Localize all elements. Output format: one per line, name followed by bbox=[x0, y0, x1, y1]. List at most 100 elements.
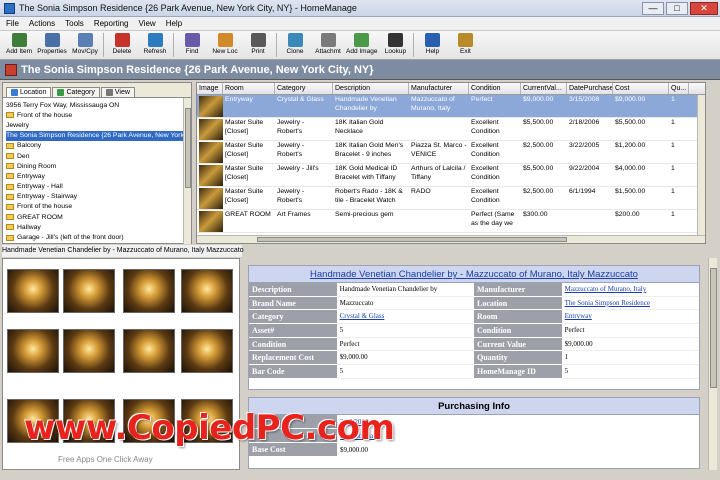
column-header[interactable]: CurrentVal... bbox=[521, 83, 567, 94]
item-photo[interactable] bbox=[7, 329, 59, 373]
tree-item[interactable]: Entryway bbox=[6, 171, 188, 181]
table-row[interactable]: Entryway Crystal & Glass Handmade Venetian… bbox=[197, 95, 705, 118]
close-button[interactable]: ✕ bbox=[690, 1, 718, 15]
cell-qty: 1 bbox=[671, 119, 675, 126]
column-header[interactable]: Room bbox=[223, 83, 275, 94]
tree-item[interactable]: Garage - Jill's (left of the front door) bbox=[6, 232, 188, 242]
toolbar-button-add-item[interactable]: Add Item bbox=[4, 31, 34, 55]
details-value[interactable]: Crystal & Glass bbox=[336, 310, 474, 325]
details-scroll-thumb[interactable] bbox=[710, 268, 717, 388]
table-row[interactable]: Master Suite [Closet] Jewelry - Robert's 1… bbox=[197, 118, 705, 141]
tab-category[interactable]: Category bbox=[52, 87, 100, 97]
toolbar-button-delete[interactable]: Delete bbox=[107, 31, 137, 55]
column-header[interactable]: Cost bbox=[613, 83, 669, 94]
grid-horizontal-scrollbar[interactable] bbox=[197, 235, 705, 243]
table-row[interactable]: Master Suite [Closet] Jewelry - Jill's 18K… bbox=[197, 164, 705, 187]
details-value[interactable]: Entryway bbox=[561, 310, 699, 325]
tree-item[interactable]: The Sonia Simpson Residence {26 Park Ave… bbox=[6, 130, 188, 141]
maximize-button[interactable]: □ bbox=[666, 1, 688, 15]
tree-item[interactable]: Den bbox=[6, 151, 188, 161]
toolbar-button-print[interactable]: Print bbox=[243, 31, 273, 55]
item-photo[interactable] bbox=[7, 269, 59, 313]
tree-item-label: Garage - Jill's (left of the front door) bbox=[17, 234, 124, 242]
item-photo[interactable] bbox=[123, 269, 175, 313]
toolbar-button-refresh[interactable]: Refresh bbox=[140, 31, 170, 55]
table-row[interactable]: Master Suite [Closet] Jewelry - Robert's R… bbox=[197, 187, 705, 210]
toolbar-button-label: Help bbox=[425, 48, 440, 55]
minimize-button[interactable]: — bbox=[642, 1, 664, 15]
tree-item[interactable]: Jewelry bbox=[6, 120, 188, 130]
item-photo[interactable] bbox=[63, 269, 115, 313]
details-value[interactable]: The Sonia Simpson Residence bbox=[561, 297, 699, 311]
cell-description: Handmade Venetian Chandelier by bbox=[335, 96, 397, 112]
window-title: The Sonia Simpson Residence {26 Park Ave… bbox=[19, 3, 357, 13]
cell-category: Jewelry - Robert's bbox=[277, 188, 305, 204]
tree-tabs: Location Category View bbox=[3, 83, 191, 98]
details-label: Room bbox=[474, 310, 562, 325]
menu-tools[interactable]: Tools bbox=[65, 19, 84, 28]
cell-cost: $1,500.00 bbox=[615, 188, 646, 195]
menu-file[interactable]: File bbox=[6, 19, 19, 28]
toolbar-button-new-loc[interactable]: New Loc bbox=[210, 31, 240, 55]
column-header[interactable]: Manufacturer bbox=[409, 83, 469, 94]
menu-actions[interactable]: Actions bbox=[29, 19, 55, 28]
toolbar-button-exit[interactable]: Exit bbox=[450, 31, 480, 55]
table-row[interactable]: Master Suite [Closet] Jewelry - Robert's 1… bbox=[197, 141, 705, 164]
details-title[interactable]: Handmade Venetian Chandelier by - Mazzuc… bbox=[249, 266, 699, 283]
column-header[interactable]: Category bbox=[275, 83, 333, 94]
cell-date: 9/22/2004 bbox=[569, 165, 600, 172]
details-scrollbar[interactable] bbox=[708, 258, 717, 470]
tree-scroll-thumb[interactable] bbox=[185, 108, 191, 188]
toolbar-button-help[interactable]: Help bbox=[417, 31, 447, 55]
grid-scroll-thumb[interactable] bbox=[257, 237, 567, 242]
toolbar-button-label: Print bbox=[251, 48, 265, 55]
cell-room: Entryway bbox=[225, 96, 253, 103]
cell-description: Semi-precious gem bbox=[335, 211, 394, 218]
tree-item-label: GREAT ROOM bbox=[17, 213, 63, 221]
grid-vertical-scrollbar[interactable] bbox=[697, 95, 705, 237]
cell-room: Master Suite [Closet] bbox=[225, 165, 264, 181]
column-header[interactable]: Image bbox=[197, 83, 223, 94]
item-photo[interactable] bbox=[181, 269, 233, 313]
details-label: Condition bbox=[249, 337, 337, 352]
tab-view[interactable]: View bbox=[100, 87, 135, 97]
toolbar-button-attachmt[interactable]: Attachmt bbox=[313, 31, 343, 55]
tree-item[interactable]: Balcony bbox=[6, 141, 188, 151]
toolbar-button-clone[interactable]: Clone bbox=[280, 31, 310, 55]
cell-date: 3/15/2008 bbox=[569, 96, 600, 103]
tree-item[interactable]: Entryway - Stairway bbox=[6, 192, 188, 202]
item-photo[interactable] bbox=[181, 329, 233, 373]
tree-scrollbar[interactable] bbox=[183, 98, 191, 244]
column-header[interactable]: DatePurchase bbox=[567, 83, 613, 94]
column-header[interactable]: Description bbox=[333, 83, 409, 94]
menu-view[interactable]: View bbox=[139, 19, 156, 28]
folder-icon bbox=[6, 203, 14, 210]
toolbar-button-lookup[interactable]: Lookup bbox=[380, 31, 410, 55]
menu-help[interactable]: Help bbox=[166, 19, 182, 28]
thumbnail-cell bbox=[197, 118, 223, 140]
tab-location[interactable]: Location bbox=[6, 87, 52, 97]
details-value[interactable]: Mazzuccato of Murano, Italy bbox=[561, 283, 699, 297]
tree-item[interactable]: Front of the house bbox=[6, 202, 188, 212]
thumbnail-cell bbox=[197, 164, 223, 186]
tree-item[interactable]: Hallway bbox=[6, 222, 188, 232]
tree-item[interactable]: GREAT ROOM bbox=[6, 212, 188, 222]
item-photo[interactable] bbox=[63, 329, 115, 373]
tree-item[interactable]: 3956 Terry Fox Way, Mississauga ON bbox=[6, 100, 188, 110]
table-row[interactable]: GREAT ROOM Art Frames Semi-precious gem Per… bbox=[197, 210, 705, 233]
item-photo[interactable] bbox=[123, 329, 175, 373]
tree-item[interactable]: Entryway - Hall bbox=[6, 182, 188, 192]
cell-condition: Excellent Condition bbox=[471, 165, 500, 181]
toolbar-button-mov-cpy[interactable]: Mov/Cpy bbox=[70, 31, 100, 55]
toolbar-button-find[interactable]: Find bbox=[177, 31, 207, 55]
column-header[interactable]: Qu... bbox=[669, 83, 689, 94]
tree-item[interactable]: Dining Room bbox=[6, 161, 188, 171]
toolbar-button-add-image[interactable]: Add Image bbox=[346, 31, 377, 55]
tree-item[interactable]: Front of the house bbox=[6, 110, 188, 120]
add-image-icon bbox=[354, 33, 370, 47]
tree-item-label: Jewelry bbox=[6, 121, 30, 129]
menu-reporting[interactable]: Reporting bbox=[94, 19, 129, 28]
toolbar-button-properties[interactable]: Properties bbox=[37, 31, 67, 55]
toolbar-button-label: Lookup bbox=[384, 48, 407, 55]
column-header[interactable]: Condition bbox=[469, 83, 521, 94]
